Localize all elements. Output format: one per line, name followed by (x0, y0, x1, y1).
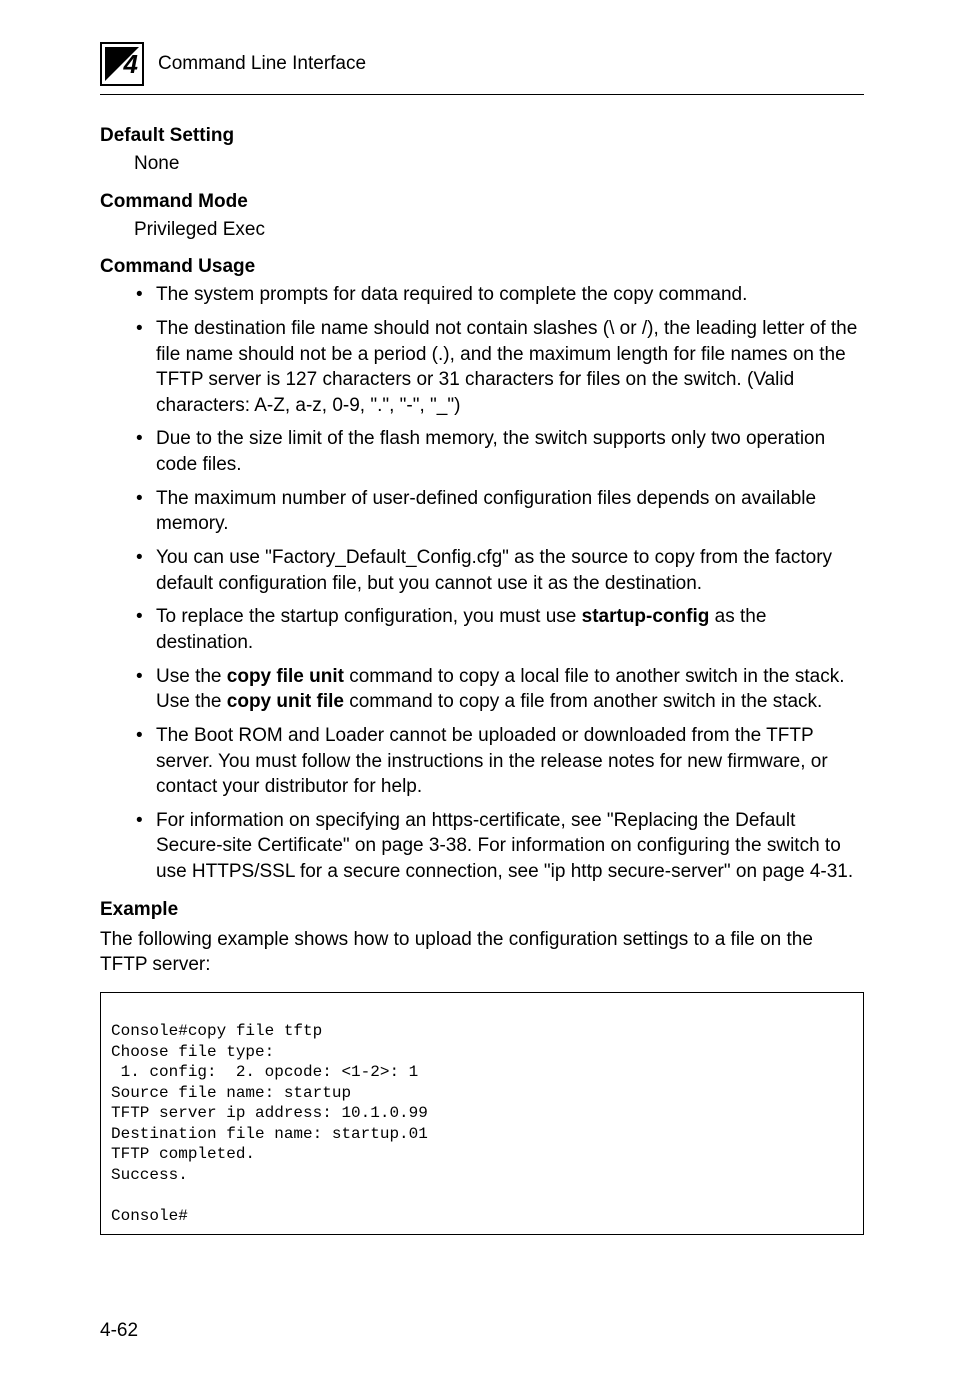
page-number: 4-62 (100, 1320, 138, 1342)
usage-bullet: The system prompts for data required to … (134, 282, 864, 308)
heading-default-setting: Default Setting (100, 125, 864, 147)
heading-example: Example (100, 899, 864, 921)
usage-bullet: For information on specifying an https-c… (134, 808, 864, 885)
code-line: Console# (111, 1207, 188, 1225)
code-line: Console#copy file tftp (111, 1022, 322, 1040)
usage-bullet: The maximum number of user-defined confi… (134, 486, 864, 537)
command-usage-list: The system prompts for data required to … (100, 282, 864, 884)
heading-command-mode: Command Mode (100, 191, 864, 213)
default-setting-body: None (100, 151, 864, 177)
usage-bullet: To replace the startup configuration, yo… (134, 604, 864, 655)
code-line: Choose file type: (111, 1043, 274, 1061)
usage-bullet: You can use "Factory_Default_Config.cfg"… (134, 545, 864, 596)
code-line: Destination file name: startup.01 (111, 1125, 428, 1143)
page: 4 Command Line Interface Default Setting… (0, 0, 954, 1388)
usage-bullet: The destination file name should not con… (134, 316, 864, 419)
header-rule (100, 94, 864, 95)
code-line: TFTP server ip address: 10.1.0.99 (111, 1104, 428, 1122)
code-line: Success. (111, 1166, 188, 1184)
chapter-number: 4 (124, 49, 138, 80)
usage-bullet: Due to the size limit of the flash memor… (134, 426, 864, 477)
example-intro: The following example shows how to uploa… (100, 927, 864, 978)
heading-command-usage: Command Usage (100, 256, 864, 278)
example-code-box: Console#copy file tftp Choose file type:… (100, 992, 864, 1235)
page-header: 4 Command Line Interface (100, 42, 864, 86)
chapter-badge: 4 (100, 42, 144, 86)
usage-bullet: The Boot ROM and Loader cannot be upload… (134, 723, 864, 800)
code-line: TFTP completed. (111, 1145, 255, 1163)
header-title: Command Line Interface (158, 53, 366, 75)
code-line: 1. config: 2. opcode: <1-2>: 1 (111, 1063, 418, 1081)
code-line: Source file name: startup (111, 1084, 351, 1102)
usage-bullet: Use the copy file unit command to copy a… (134, 664, 864, 715)
command-mode-body: Privileged Exec (100, 217, 864, 243)
